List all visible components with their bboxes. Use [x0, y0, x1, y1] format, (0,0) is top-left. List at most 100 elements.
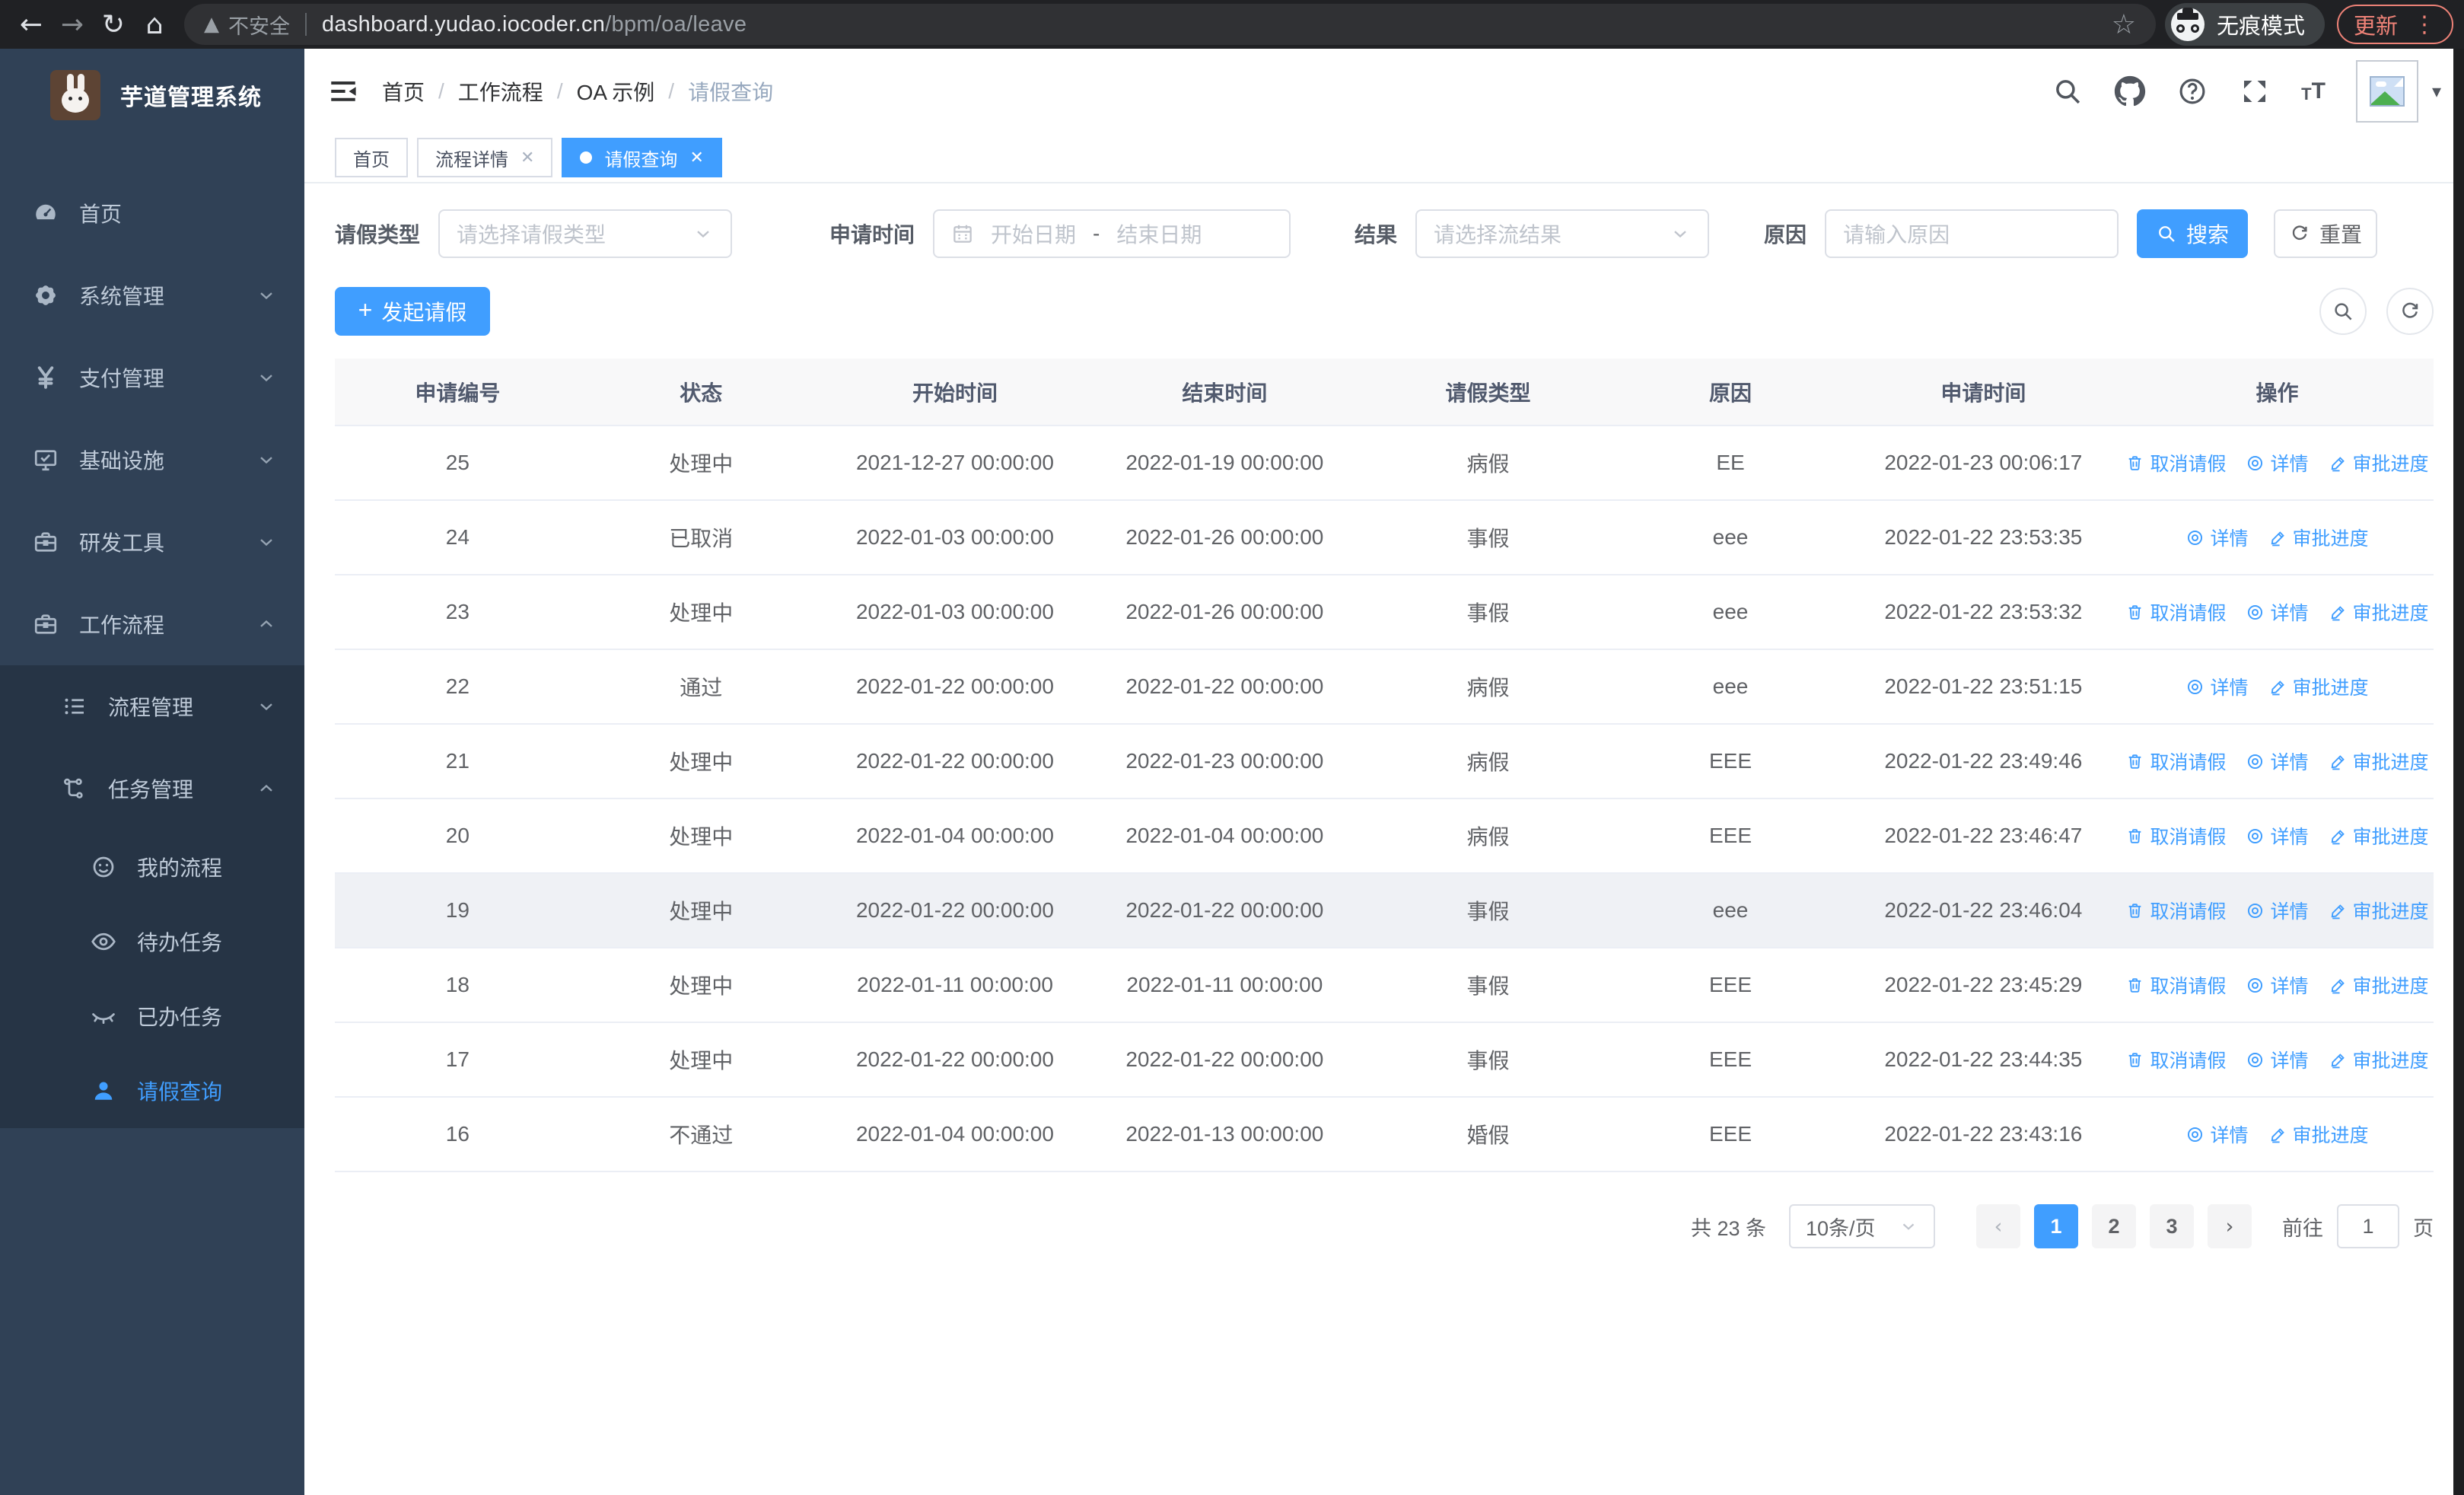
cancel-action-link[interactable]: 取消请假 — [2125, 897, 2226, 924]
avatar[interactable] — [2355, 59, 2418, 123]
sidebar-item-研发工具[interactable]: 研发工具 — [0, 501, 304, 583]
refresh-table-button[interactable] — [2386, 288, 2434, 335]
user-menu[interactable]: ▾ — [2355, 59, 2441, 123]
view-icon — [2246, 901, 2265, 920]
create-leave-button[interactable]: + 发起请假 — [335, 287, 490, 336]
submenu-工作流程: 流程管理 任务管理 我的流程 待办任务 已办任务 请假查询 — [0, 665, 304, 1128]
search-icon[interactable] — [2052, 75, 2084, 107]
cell-apply_time: 2022-01-22 23:44:35 — [1845, 1022, 2121, 1098]
detail-action-link[interactable]: 详情 — [2246, 449, 2309, 477]
cancel-action-link[interactable]: 取消请假 — [2125, 1046, 2226, 1073]
next-page-button[interactable]: › — [2208, 1204, 2252, 1248]
toggle-search-button[interactable] — [2319, 288, 2367, 335]
chevron-down-icon — [1899, 1216, 1918, 1236]
detail-action-link[interactable]: 详情 — [2185, 673, 2249, 700]
sidebar-item-流程管理[interactable]: 流程管理 — [0, 665, 304, 748]
result-select[interactable]: 请选择流结果 — [1415, 209, 1710, 258]
sidebar-collapse-icon[interactable] — [327, 75, 359, 107]
progress-action-link[interactable]: 审批进度 — [2329, 897, 2429, 924]
page-content: 请假类型 请选择请假类型 申请时间 开始日期 - 结束日期 结果 请选择流结果 — [304, 183, 2464, 1495]
breadcrumb-home[interactable]: 首页 — [382, 76, 425, 107]
leave-type-select[interactable]: 请选择请假类型 — [438, 209, 733, 258]
sidebar-item-首页[interactable]: 首页 — [0, 172, 304, 254]
apply-time-range-picker[interactable]: 开始日期 - 结束日期 — [933, 209, 1291, 258]
cell-start: 2022-01-03 00:00:00 — [821, 500, 1089, 575]
page-button-2[interactable]: 2 — [2092, 1204, 2136, 1248]
tab-流程详情[interactable]: 流程详情 ✕ — [417, 138, 553, 177]
progress-action-link[interactable]: 审批进度 — [2329, 1046, 2429, 1073]
reason-input[interactable]: 请输入原因 — [1825, 209, 2119, 258]
progress-action-link[interactable]: 审批进度 — [2329, 971, 2429, 999]
progress-action-link[interactable]: 审批进度 — [2268, 1120, 2369, 1148]
detail-action-link[interactable]: 详情 — [2185, 1120, 2249, 1148]
sidebar-item-我的流程[interactable]: 我的流程 — [0, 830, 304, 904]
cell-reason: eee — [1615, 500, 1846, 575]
cancel-action-link[interactable]: 取消请假 — [2125, 748, 2226, 775]
tab-首页[interactable]: 首页 — [335, 138, 408, 177]
home-icon[interactable]: ⌂ — [134, 4, 175, 45]
progress-action-link[interactable]: 审批进度 — [2329, 748, 2429, 775]
detail-action-link[interactable]: 详情 — [2246, 748, 2309, 775]
cancel-action-link[interactable]: 取消请假 — [2125, 971, 2226, 999]
page-button-1[interactable]: 1 — [2034, 1204, 2078, 1248]
cell-type: 事假 — [1361, 575, 1616, 650]
detail-action-link[interactable]: 详情 — [2246, 971, 2309, 999]
progress-action-link[interactable]: 审批进度 — [2329, 598, 2429, 626]
cancel-action-link[interactable]: 取消请假 — [2125, 449, 2226, 477]
browser-update-chip[interactable]: 更新 ⋮ — [2336, 5, 2453, 44]
progress-action-link[interactable]: 审批进度 — [2329, 822, 2429, 850]
start-date-input[interactable]: 开始日期 — [991, 218, 1076, 249]
sidebar-item-工作流程[interactable]: 工作流程 — [0, 583, 304, 665]
end-date-input[interactable]: 结束日期 — [1116, 218, 1202, 249]
bookmark-star-icon[interactable]: ☆ — [2112, 9, 2136, 40]
broken-image-icon — [2369, 75, 2405, 107]
sidebar-item-系统管理[interactable]: 系统管理 — [0, 254, 304, 336]
back-icon[interactable]: ← — [11, 4, 52, 45]
progress-action-link[interactable]: 审批进度 — [2268, 673, 2369, 700]
progress-action-link[interactable]: 审批进度 — [2329, 449, 2429, 477]
search-button[interactable]: 搜索 — [2137, 209, 2249, 258]
cell-end: 2022-01-22 00:00:00 — [1088, 1022, 1361, 1098]
address-bar[interactable]: ▲ 不安全 dashboard.yudao.iocoder.cn/bpm/oa/… — [184, 4, 2156, 45]
font-size-icon[interactable]: TT — [2301, 79, 2326, 103]
detail-action-link[interactable]: 详情 — [2246, 822, 2309, 850]
reset-button[interactable]: 重置 — [2274, 209, 2378, 258]
detail-action-link[interactable]: 详情 — [2246, 897, 2309, 924]
detail-action-link[interactable]: 详情 — [2246, 598, 2309, 626]
detail-action-link[interactable]: 详情 — [2185, 524, 2249, 551]
cancel-action-link[interactable]: 取消请假 — [2125, 598, 2226, 626]
sidebar-item-支付管理[interactable]: 支付管理 — [0, 336, 304, 419]
breadcrumb-workflow[interactable]: 工作流程 — [458, 76, 543, 107]
sidebar-item-任务管理[interactable]: 任务管理 — [0, 748, 304, 830]
goto-page-input[interactable] — [2337, 1204, 2399, 1248]
cell-type: 事假 — [1361, 948, 1616, 1023]
close-icon[interactable]: ✕ — [520, 148, 534, 167]
progress-action-link[interactable]: 审批进度 — [2268, 524, 2369, 551]
detail-action-link[interactable]: 详情 — [2246, 1046, 2309, 1073]
github-icon[interactable] — [2114, 75, 2146, 107]
security-status[interactable]: ▲ 不安全 — [204, 10, 290, 40]
sidebar-item-基础设施[interactable]: 基础设施 — [0, 419, 304, 501]
cell-start: 2022-01-22 00:00:00 — [821, 873, 1089, 948]
trash-icon — [2125, 454, 2144, 473]
fullscreen-icon[interactable] — [2239, 75, 2271, 107]
sidebar-item-已办任务[interactable]: 已办任务 — [0, 979, 304, 1054]
browser-menu-icon[interactable]: ⋮ — [2413, 11, 2437, 38]
forward-icon[interactable]: → — [52, 4, 93, 45]
close-icon[interactable]: ✕ — [689, 148, 703, 167]
tab-请假查询[interactable]: 请假查询 ✕ — [562, 138, 722, 177]
cell-end: 2022-01-23 00:00:00 — [1088, 724, 1361, 799]
edit-icon — [2329, 1050, 2348, 1069]
cell-reason: eee — [1615, 575, 1846, 650]
breadcrumb-oa-example[interactable]: OA 示例 — [577, 76, 655, 107]
warning-icon: ▲ — [204, 13, 219, 36]
sidebar-item-待办任务[interactable]: 待办任务 — [0, 904, 304, 979]
cancel-action-link[interactable]: 取消请假 — [2125, 822, 2226, 850]
browser-scrollbar[interactable] — [2453, 49, 2464, 1495]
sidebar-item-请假查询[interactable]: 请假查询 — [0, 1054, 304, 1128]
page-size-select[interactable]: 10条/页 — [1789, 1204, 1935, 1248]
reload-icon[interactable]: ↻ — [93, 4, 134, 45]
prev-page-button[interactable]: ‹ — [1976, 1204, 2020, 1248]
page-button-3[interactable]: 3 — [2150, 1204, 2194, 1248]
help-icon[interactable] — [2176, 75, 2208, 107]
